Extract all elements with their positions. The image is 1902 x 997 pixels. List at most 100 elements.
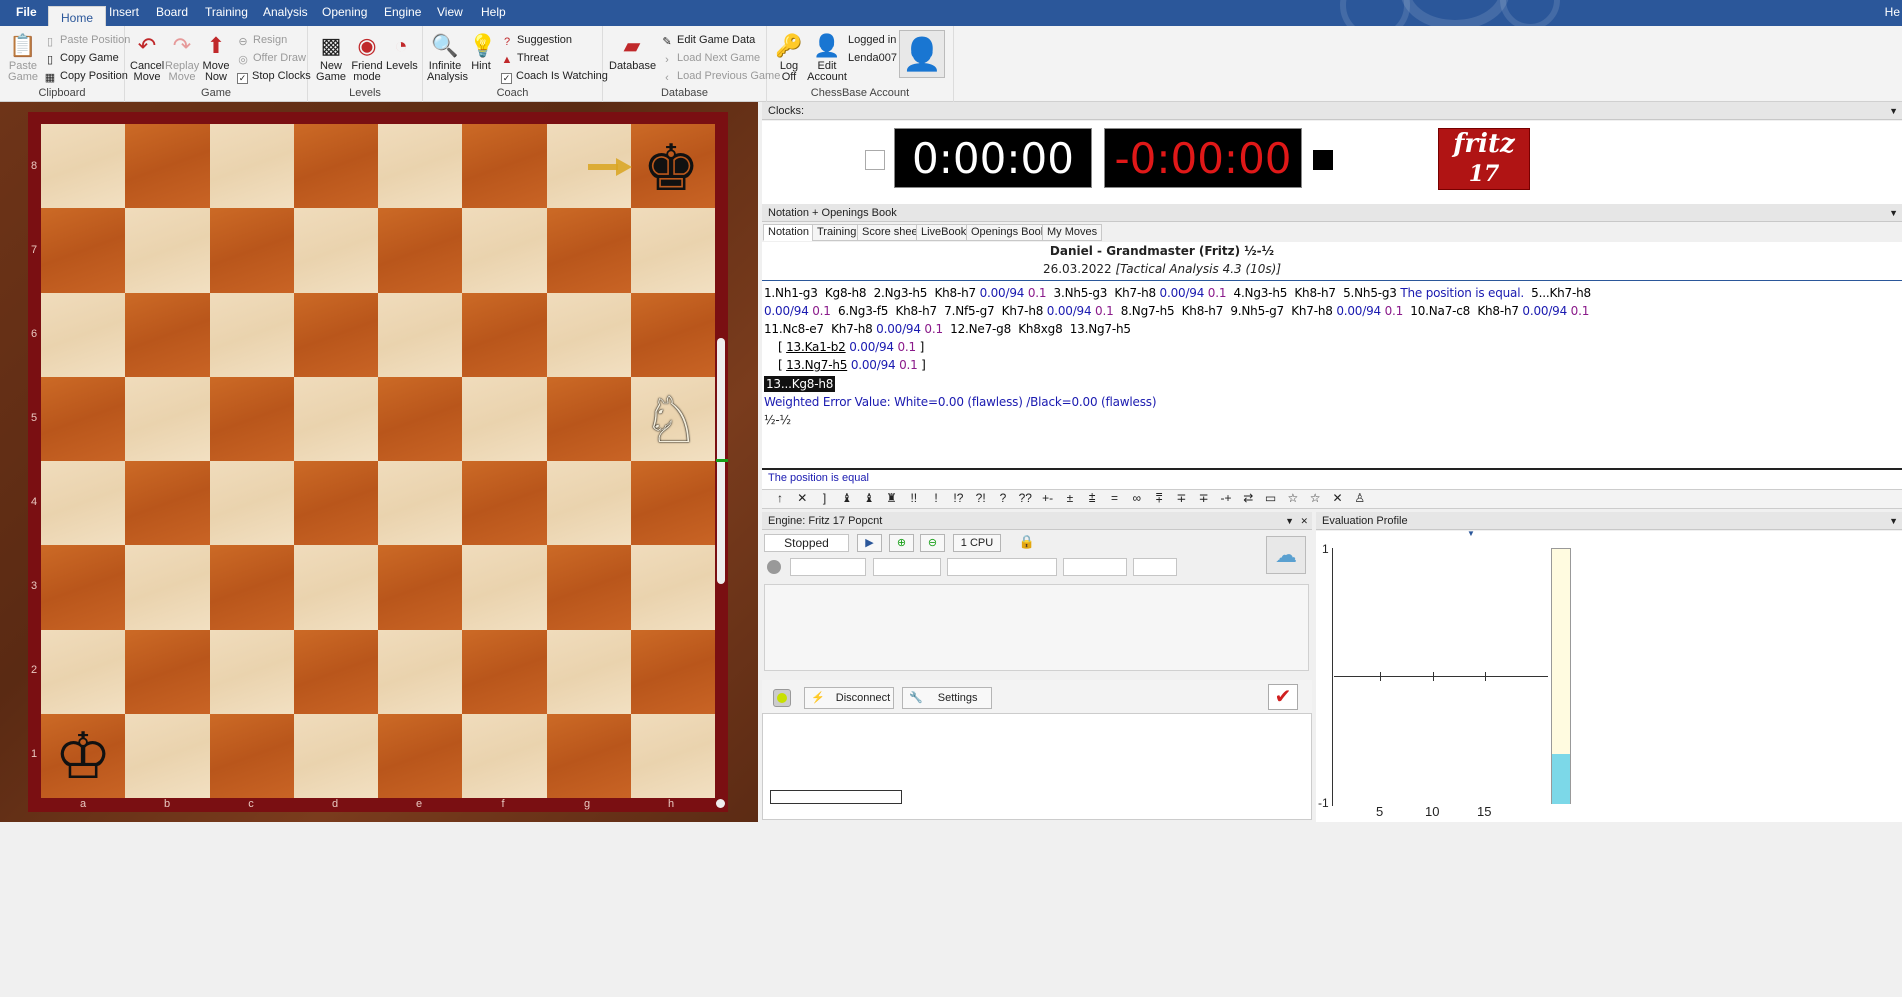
board-square[interactable] <box>378 292 463 377</box>
annotation-symbol[interactable]: ☆ <box>1305 491 1325 505</box>
move-text[interactable]: ] <box>916 340 925 354</box>
settings-button[interactable]: 🔧 Settings <box>902 687 992 709</box>
annotation-symbol[interactable]: ✕ <box>1328 491 1348 505</box>
move-text[interactable]: 8.Ng7-h5 Kh8-h7 9.Nh5-g7 Kh7-h8 <box>1117 304 1336 318</box>
tab-help-overflow[interactable]: He <box>1885 5 1900 19</box>
board-square[interactable] <box>630 713 715 798</box>
tab-insert[interactable]: Insert <box>109 5 139 19</box>
paste-position-button[interactable]: ▯ Paste Position <box>44 32 130 48</box>
file-menu[interactable]: File <box>16 5 37 19</box>
load-previous-game-button[interactable]: ‹ Load Previous Game <box>661 68 780 84</box>
board-square[interactable] <box>293 208 378 293</box>
move-now-button[interactable]: ⬆ Move Now <box>201 32 231 83</box>
engine-output[interactable] <box>764 584 1309 671</box>
annotation-symbol[interactable]: ± <box>1060 491 1080 505</box>
tab-board[interactable]: Board <box>156 5 188 19</box>
notation-line[interactable]: 0.00/94 0.1 6.Ng3-f5 Kh8-h7 7.Nf5-g7 Kh7… <box>764 304 1589 318</box>
zoom-in-icon[interactable]: ⊕ <box>889 534 914 552</box>
resize-dot[interactable] <box>716 799 725 808</box>
annotation-symbol[interactable]: ✕ <box>792 491 812 505</box>
tab-home[interactable]: Home <box>48 6 107 26</box>
board-square[interactable] <box>293 292 378 377</box>
disconnect-button[interactable]: ⚡ Disconnect <box>804 687 894 709</box>
copy-position-button[interactable]: ▦ Copy Position <box>44 68 128 84</box>
board-square[interactable] <box>125 713 210 798</box>
board-square[interactable] <box>630 545 715 630</box>
board-square[interactable] <box>293 461 378 546</box>
board-square[interactable] <box>209 545 294 630</box>
resign-button[interactable]: ⊖ Resign <box>237 32 287 48</box>
annotation-symbol[interactable]: !! <box>904 491 924 505</box>
board-square[interactable] <box>209 292 294 377</box>
dropdown-icon[interactable]: ▼ <box>1889 512 1898 530</box>
tab-engine[interactable]: Engine <box>384 5 421 19</box>
board-square[interactable] <box>41 292 126 377</box>
board-square[interactable] <box>546 545 631 630</box>
board-square[interactable] <box>209 124 294 209</box>
variation-line[interactable]: [ 13.Ng7-h5 0.00/94 0.1 ] <box>778 358 926 372</box>
board-square[interactable] <box>41 208 126 293</box>
hint-button[interactable]: 💡 Hint <box>469 32 496 72</box>
suggestion-button[interactable]: ? Suggestion <box>501 32 572 48</box>
board-square[interactable] <box>546 629 631 714</box>
tab-opening[interactable]: Opening <box>322 5 367 19</box>
white-knight-piece[interactable]: ♘ <box>636 388 706 452</box>
annotation-symbol[interactable]: ♝ <box>859 491 879 505</box>
move-text[interactable]: 13.Ka1-b2 <box>786 340 846 354</box>
board-square[interactable] <box>125 461 210 546</box>
board-square[interactable] <box>378 713 463 798</box>
tab-notation[interactable]: Notation <box>763 224 814 241</box>
board-square[interactable] <box>125 124 210 209</box>
dropdown-icon[interactable]: ▼ <box>1285 512 1294 530</box>
annotation-symbol[interactable]: ⩲ <box>1082 491 1102 506</box>
board-square[interactable] <box>378 629 463 714</box>
tab-help[interactable]: Help <box>481 5 506 19</box>
board-square[interactable] <box>293 545 378 630</box>
move-text[interactable]: [ <box>778 340 786 354</box>
black-king-piece[interactable]: ♚ <box>636 136 706 200</box>
move-text[interactable]: ] <box>918 358 926 372</box>
infinite-analysis-button[interactable]: 🔍 Infinite Analysis <box>427 32 468 83</box>
board-square[interactable] <box>546 461 631 546</box>
lock-icon[interactable]: 🔒 <box>1018 534 1036 552</box>
board-square[interactable] <box>462 713 547 798</box>
move-text[interactable]: 4.Ng3-h5 Kh8-h7 5.Nh5-g3 <box>1230 286 1400 300</box>
board-square[interactable] <box>546 713 631 798</box>
board-square[interactable] <box>293 376 378 461</box>
variation-line[interactable]: [ 13.Ka1-b2 0.00/94 0.1 ] <box>778 340 924 354</box>
tab-training[interactable]: Training <box>812 224 862 241</box>
threat-button[interactable]: ▲ Threat <box>501 50 549 66</box>
edit-game-data-button[interactable]: ✎ Edit Game Data <box>661 32 755 48</box>
zoom-out-icon[interactable]: ⊖ <box>920 534 945 552</box>
edit-account-button[interactable]: 👤 Edit Account <box>807 32 847 83</box>
board-square[interactable] <box>630 461 715 546</box>
board-square[interactable] <box>630 629 715 714</box>
copy-game-button[interactable]: ▯ Copy Game <box>44 50 119 66</box>
annotation-symbol[interactable]: ? <box>993 491 1013 505</box>
paste-game-button[interactable]: 📋 Paste Game <box>6 32 40 83</box>
move-text[interactable]: 11.Nc8-e7 Kh7-h8 <box>764 322 876 336</box>
board-square[interactable] <box>125 292 210 377</box>
board-square[interactable] <box>293 713 378 798</box>
board-square[interactable] <box>41 545 126 630</box>
annotation-symbol[interactable]: !? <box>948 491 968 505</box>
move-text[interactable]: [ <box>778 358 786 372</box>
annotation-symbol[interactable]: ] <box>815 491 835 505</box>
database-button[interactable]: ▰ Database <box>609 32 656 72</box>
coach-watching-checkbox[interactable]: ✓ Coach Is Watching <box>501 68 608 84</box>
board-square[interactable] <box>462 629 547 714</box>
levels-button[interactable]: ◔ Levels <box>386 32 418 72</box>
annotation-symbol[interactable]: ?? <box>1015 491 1035 505</box>
board-square[interactable] <box>462 376 547 461</box>
move-text[interactable]: 1.Nh1-g3 Kg8-h8 2.Ng3-h5 Kh8-h7 <box>764 286 980 300</box>
move-text[interactable]: 3.Nh5-g3 Kh7-h8 <box>1050 286 1160 300</box>
board-square[interactable] <box>378 124 463 209</box>
annotation-symbol[interactable]: ♝ <box>837 491 857 505</box>
avatar[interactable]: 👤 <box>899 30 945 78</box>
board-square[interactable] <box>630 292 715 377</box>
white-king-piece[interactable]: ♔ <box>48 724 118 788</box>
board-square[interactable] <box>125 629 210 714</box>
board-square[interactable] <box>630 208 715 293</box>
current-move[interactable]: 13...Kg8-h8 <box>764 376 836 392</box>
board-square[interactable] <box>125 545 210 630</box>
